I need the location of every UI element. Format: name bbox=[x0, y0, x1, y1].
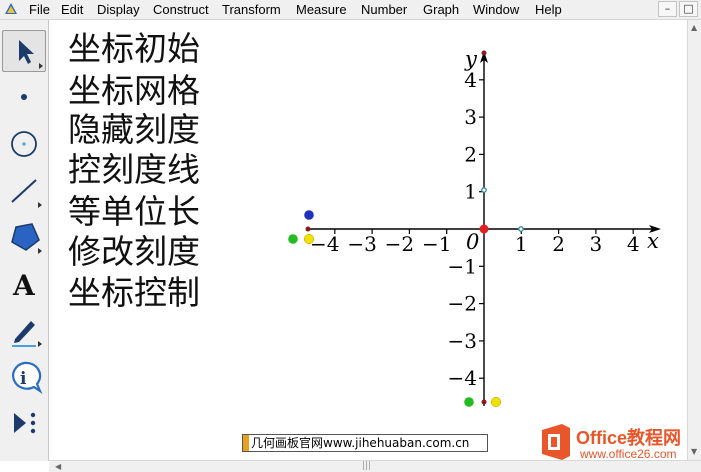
restore-button[interactable]: □ bbox=[679, 1, 698, 17]
x-tick-label: 4 bbox=[627, 232, 640, 256]
origin-point[interactable] bbox=[479, 224, 489, 234]
menu-graph[interactable]: Graph bbox=[423, 2, 459, 17]
compass-tool[interactable] bbox=[2, 123, 46, 165]
menu-display[interactable]: Display bbox=[97, 2, 140, 17]
vertical-scrollbar[interactable]: ▲ ▼ bbox=[687, 20, 701, 461]
origin-label: 0 bbox=[466, 230, 479, 254]
site-watermark-text: 几何画板官网www.jihehuaban.com.cn bbox=[251, 436, 470, 450]
y-tick-label: −4 bbox=[448, 366, 477, 390]
y-axis-top-point[interactable] bbox=[481, 50, 487, 56]
sketch-canvas[interactable]: 坐标初始 坐标网格 隐藏刻度 控刻度线 等单位长 修改刻度 坐标控制 −4 −3−… bbox=[49, 20, 686, 460]
office-logo: Office教程网 www.office26.com bbox=[536, 418, 701, 466]
y-axis-label: y bbox=[464, 47, 478, 71]
green-control-point-x[interactable] bbox=[288, 234, 298, 244]
y-tick-label: 1 bbox=[464, 180, 477, 204]
svg-text:A: A bbox=[12, 269, 36, 302]
polygon-tool-icon bbox=[11, 223, 42, 254]
menu-construct[interactable]: Construct bbox=[153, 2, 209, 17]
unit-point-y[interactable] bbox=[481, 187, 487, 193]
toolbox: A i bbox=[0, 20, 49, 461]
arrow-tool-icon bbox=[19, 40, 43, 69]
arrow-tool[interactable] bbox=[2, 30, 46, 72]
y-tick-label: 3 bbox=[464, 105, 477, 129]
x-tick-label: −1 bbox=[422, 232, 451, 256]
office-logo-icon bbox=[542, 424, 570, 460]
y-axis-bottom-point[interactable] bbox=[481, 399, 487, 405]
scroll-thumb-grip[interactable]: ||| bbox=[362, 461, 371, 471]
straightedge-tool-icon bbox=[11, 179, 42, 208]
x-tick-label: −4 bbox=[310, 232, 339, 256]
y-tick-label: −2 bbox=[448, 292, 477, 316]
site-watermark-bar bbox=[243, 435, 249, 451]
y-tick-label: −1 bbox=[448, 254, 477, 278]
svg-text:i: i bbox=[20, 369, 27, 389]
marker-tool-icon bbox=[12, 321, 42, 347]
straightedge-tool[interactable] bbox=[2, 170, 46, 212]
point-tool[interactable] bbox=[2, 76, 46, 118]
text-tool-icon: A bbox=[12, 269, 36, 302]
marker-tool[interactable] bbox=[2, 309, 46, 351]
y-tick-label: −3 bbox=[448, 329, 477, 353]
menu-edit[interactable]: Edit bbox=[61, 2, 83, 17]
information-tool-icon: i bbox=[12, 361, 43, 394]
unit-point-x[interactable] bbox=[518, 226, 524, 232]
custom-tool[interactable] bbox=[2, 403, 46, 445]
y-tick-label: 2 bbox=[464, 142, 477, 166]
site-watermark: 几何画板官网www.jihehuaban.com.cn bbox=[242, 434, 488, 452]
menu-help[interactable]: Help bbox=[535, 2, 562, 17]
custom-tool-icon bbox=[14, 412, 36, 434]
point-tool-icon bbox=[21, 94, 27, 100]
green-control-point-y[interactable] bbox=[464, 397, 474, 407]
scroll-up-icon[interactable]: ▲ bbox=[691, 23, 697, 32]
x-tick-label: 1 bbox=[515, 232, 528, 256]
x-axis-label: x bbox=[647, 229, 659, 253]
coordinate-system: −4 −3 −2 −1 1 2 3 44321−1−2−3−4 x y 0 bbox=[288, 47, 661, 408]
menu-number[interactable]: Number bbox=[361, 2, 407, 17]
x-tick-label: 3 bbox=[590, 232, 603, 256]
scroll-left-icon[interactable]: ◀ bbox=[55, 462, 61, 471]
menu-file[interactable]: File bbox=[29, 2, 50, 17]
blue-control-point[interactable] bbox=[304, 210, 314, 220]
yellow-control-point-y[interactable] bbox=[490, 396, 502, 408]
y-tick-label: 4 bbox=[464, 68, 477, 92]
office-logo-url: www.office26.com bbox=[580, 447, 677, 461]
yellow-control-point-x[interactable] bbox=[303, 233, 315, 245]
app-icon bbox=[5, 3, 17, 14]
menu-measure[interactable]: Measure bbox=[296, 2, 347, 17]
menu-window[interactable]: Window bbox=[473, 2, 519, 17]
minimize-button[interactable]: – bbox=[658, 1, 677, 17]
compass-tool-icon bbox=[11, 131, 37, 157]
x-tick-label: −2 bbox=[385, 232, 414, 256]
polygon-tool[interactable] bbox=[2, 216, 46, 258]
information-tool[interactable]: i bbox=[2, 356, 46, 398]
text-tool[interactable]: A bbox=[2, 263, 46, 305]
menu-bar: File Edit Display Construct Transform Me… bbox=[0, 0, 701, 20]
x-tick-label: −3 bbox=[347, 232, 376, 256]
x-tick-label: 2 bbox=[552, 232, 565, 256]
menu-transform[interactable]: Transform bbox=[222, 2, 281, 17]
x-axis-left-point[interactable] bbox=[305, 226, 311, 232]
